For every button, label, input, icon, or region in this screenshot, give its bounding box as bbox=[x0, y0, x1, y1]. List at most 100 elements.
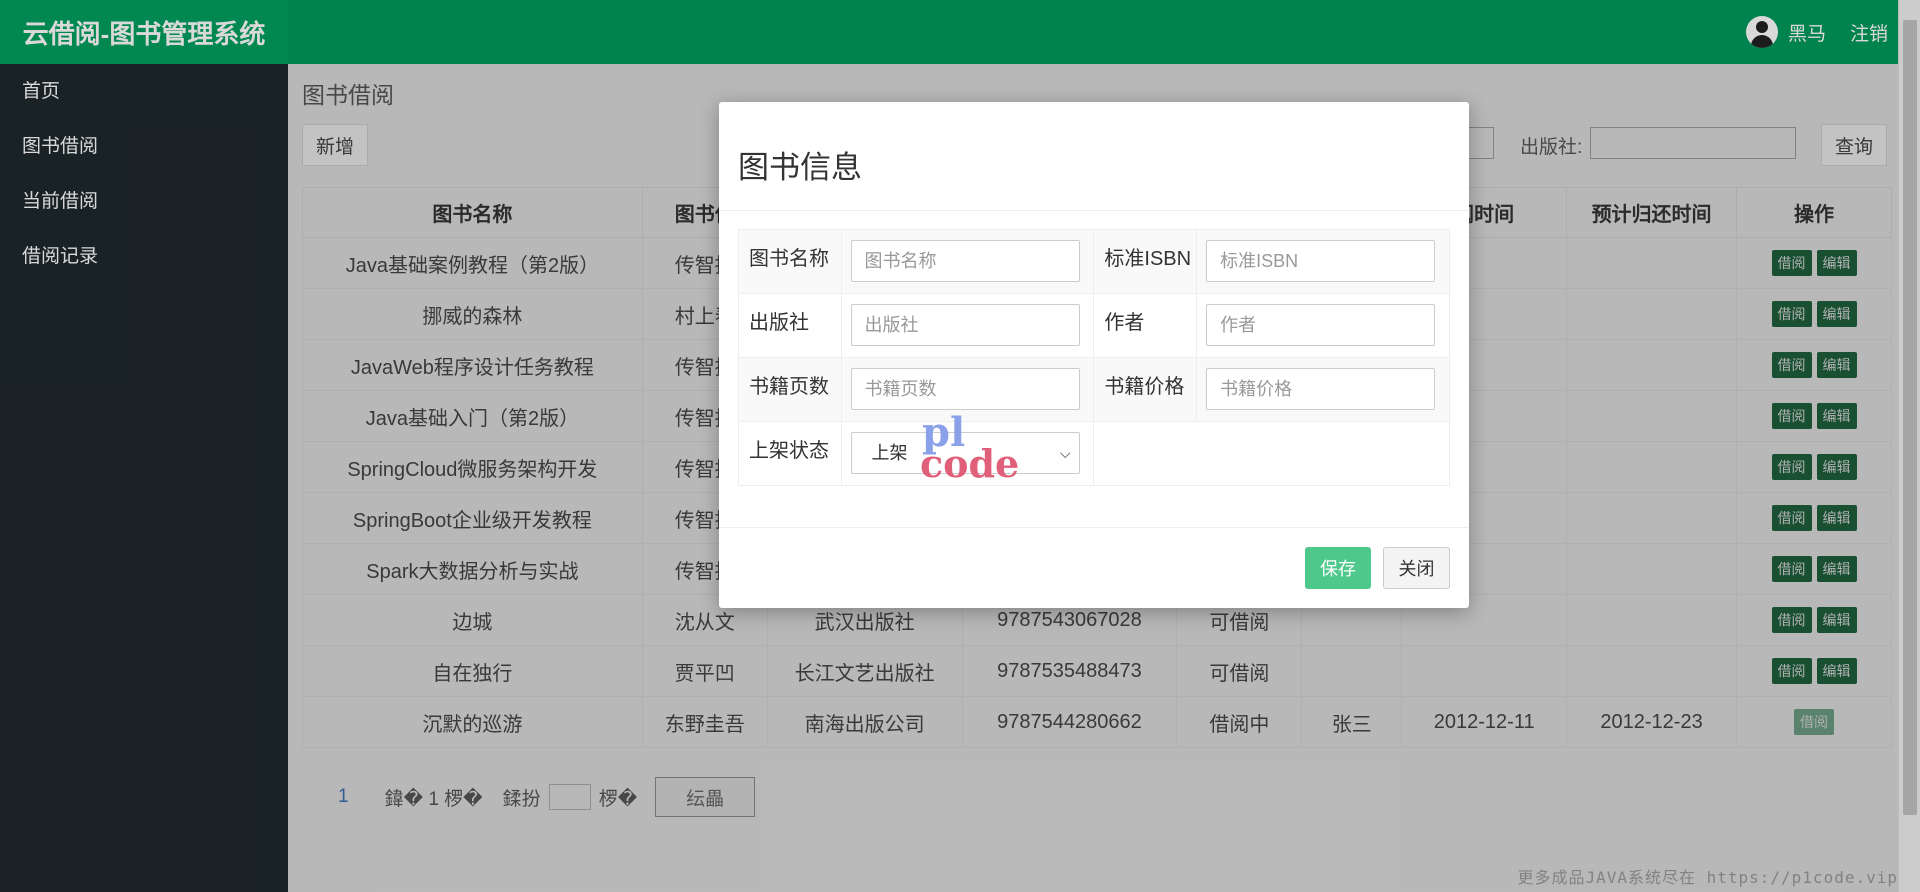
book-name-input[interactable]: 图书名称 bbox=[850, 240, 1080, 282]
edit-button[interactable]: 编辑 bbox=[1816, 250, 1857, 276]
cell-status: 借阅中 bbox=[1176, 696, 1303, 748]
cell-name: Java基础案例教程（第2版） bbox=[302, 237, 643, 289]
borrow-button[interactable]: 借阅 bbox=[1794, 709, 1834, 735]
footer-watermark-note: 更多成品JAVA系统尽在 https://p1code.vip bbox=[1517, 868, 1898, 887]
book-form: 图书名称 图书名称 标准ISBN 标准ISBN 出版社 出版社 作者 作者 书籍… bbox=[738, 229, 1450, 486]
table-row: 自在独行 贾平凹 长江文艺出版社 9787535488473 可借阅 借阅 编辑 bbox=[302, 645, 1892, 697]
logout-link[interactable]: 注销 bbox=[1850, 19, 1888, 46]
pages-input[interactable]: 书籍页数 bbox=[850, 368, 1080, 410]
book-info-modal: 图书信息 图书名称 图书名称 标准ISBN 标准ISBN 出版社 出版社 作者 … bbox=[719, 102, 1469, 608]
cell-name: SpringBoot企业级开发教程 bbox=[302, 492, 643, 544]
edit-button[interactable]: 编辑 bbox=[1816, 556, 1857, 582]
cell-publisher: 长江文艺出版社 bbox=[766, 645, 963, 697]
cell-ops: 借阅 bbox=[1736, 696, 1892, 748]
borrow-button[interactable]: 借阅 bbox=[1771, 250, 1812, 276]
isbn-input[interactable]: 标准ISBN bbox=[1206, 240, 1436, 282]
cell-return-time bbox=[1566, 288, 1738, 340]
shelf-status-value: 上架 bbox=[871, 443, 908, 463]
cell-borrower: 张三 bbox=[1301, 696, 1403, 748]
table-row: 沉默的巡游 东野圭吾 南海出版公司 9787544280662 借阅中 张三 2012-12… bbox=[302, 696, 1892, 748]
pager-total-text: 鍏� 1 椤� bbox=[384, 788, 483, 810]
cell-return-time bbox=[1566, 390, 1738, 442]
scrollbar-thumb[interactable] bbox=[1903, 20, 1917, 815]
borrow-button[interactable]: 借阅 bbox=[1771, 301, 1812, 327]
shelf-status-label: 上架状态 bbox=[738, 421, 842, 486]
isbn-label: 标准ISBN bbox=[1093, 229, 1198, 294]
edit-button[interactable]: 编辑 bbox=[1816, 607, 1857, 633]
cell-return-time bbox=[1566, 543, 1738, 595]
cell-return-time bbox=[1566, 339, 1738, 391]
edit-button[interactable]: 编辑 bbox=[1816, 505, 1857, 531]
sidebar: 首页 图书借阅 当前借阅 借阅记录 bbox=[0, 64, 288, 892]
publisher-search-input[interactable] bbox=[1590, 127, 1796, 159]
book-name-label: 图书名称 bbox=[738, 229, 842, 294]
cell-borrow-time bbox=[1401, 645, 1568, 697]
sidebar-item-borrow-records[interactable]: 借阅记录 bbox=[0, 229, 288, 284]
borrow-button[interactable]: 借阅 bbox=[1771, 352, 1812, 378]
cell-ops: 借阅 编辑 bbox=[1736, 390, 1892, 442]
cell-ops: 借阅 编辑 bbox=[1736, 543, 1892, 595]
borrow-button[interactable]: 借阅 bbox=[1771, 607, 1812, 633]
page-go-button[interactable]: 纭畾 bbox=[655, 777, 756, 817]
cell-name: 沉默的巡游 bbox=[302, 696, 643, 748]
cell-return-time bbox=[1566, 594, 1738, 646]
query-button[interactable]: 查询 bbox=[1821, 124, 1887, 166]
borrow-button[interactable]: 借阅 bbox=[1771, 556, 1812, 582]
cell-borrower bbox=[1301, 645, 1403, 697]
edit-button[interactable]: 编辑 bbox=[1816, 352, 1857, 378]
modal-header-divider bbox=[719, 210, 1469, 211]
col-header-name: 图书名称 bbox=[302, 187, 643, 238]
save-button[interactable]: 保存 bbox=[1305, 547, 1371, 589]
user-avatar-icon bbox=[1745, 16, 1778, 48]
sidebar-item-current-borrow[interactable]: 当前借阅 bbox=[0, 174, 288, 229]
close-button[interactable]: 关闭 bbox=[1383, 547, 1450, 589]
col-header-return-time: 预计归还时间 bbox=[1566, 187, 1738, 238]
price-label: 书籍价格 bbox=[1093, 357, 1198, 422]
watermark-line-2: code bbox=[920, 441, 1020, 486]
pages-label: 书籍页数 bbox=[738, 357, 842, 422]
cell-name: 挪威的森林 bbox=[302, 288, 643, 340]
edit-button[interactable]: 编辑 bbox=[1816, 658, 1857, 684]
edit-button[interactable]: 编辑 bbox=[1816, 454, 1857, 480]
modal-title: 图书信息 bbox=[738, 150, 862, 185]
sidebar-item-book-borrow[interactable]: 图书借阅 bbox=[0, 119, 288, 174]
cell-borrow-time: 2012-12-11 bbox=[1401, 696, 1568, 748]
search-input-partial[interactable] bbox=[1468, 127, 1494, 159]
sidebar-item-home[interactable]: 首页 bbox=[0, 64, 288, 119]
author-input[interactable]: 作者 bbox=[1206, 304, 1436, 346]
top-header: 云借阅-图书管理系统 黑马 注销 bbox=[0, 0, 1920, 64]
cell-isbn: 9787544280662 bbox=[961, 696, 1178, 748]
borrow-button[interactable]: 借阅 bbox=[1771, 505, 1812, 531]
cell-return-time: 2012-12-23 bbox=[1566, 696, 1738, 748]
add-button[interactable]: 新增 bbox=[302, 124, 368, 166]
modal-footer-divider bbox=[719, 527, 1469, 528]
page-jump-input[interactable] bbox=[548, 784, 591, 810]
page-number[interactable]: 1 bbox=[338, 786, 349, 808]
chevron-down-icon: ⌵ bbox=[1059, 445, 1071, 461]
page-scrollbar[interactable] bbox=[1898, 0, 1920, 892]
cell-ops: 借阅 编辑 bbox=[1736, 441, 1892, 493]
edit-button[interactable]: 编辑 bbox=[1816, 301, 1857, 327]
cell-isbn: 9787535488473 bbox=[961, 645, 1178, 697]
borrow-button[interactable]: 借阅 bbox=[1771, 403, 1812, 429]
pager-goto-text: 鍒扮 bbox=[502, 788, 541, 810]
cell-return-time bbox=[1566, 441, 1738, 493]
cell-status: 可借阅 bbox=[1176, 645, 1303, 697]
user-menu[interactable]: 黑马 bbox=[1745, 16, 1826, 48]
cell-name: 自在独行 bbox=[302, 645, 643, 697]
cell-return-time bbox=[1566, 492, 1738, 544]
borrow-button[interactable]: 借阅 bbox=[1771, 658, 1812, 684]
cell-return-time bbox=[1566, 645, 1738, 697]
cell-name: Java基础入门（第2版） bbox=[302, 390, 643, 442]
edit-button[interactable]: 编辑 bbox=[1816, 403, 1857, 429]
cell-ops: 借阅 编辑 bbox=[1736, 492, 1892, 544]
page-title: 图书借阅 bbox=[302, 82, 394, 108]
borrow-button[interactable]: 借阅 bbox=[1771, 454, 1812, 480]
cell-name: 边城 bbox=[302, 594, 643, 646]
publisher-field-input[interactable]: 出版社 bbox=[850, 304, 1080, 346]
p1code-watermark-logo: pl code bbox=[920, 413, 1020, 486]
cell-author: 贾平凹 bbox=[641, 645, 768, 697]
price-input[interactable]: 书籍价格 bbox=[1206, 368, 1436, 410]
pager-page-suffix: 椤� bbox=[598, 788, 638, 810]
pagination: 1 鍏� 1 椤� 鍒扮 椤� 纭畾 bbox=[338, 777, 756, 817]
